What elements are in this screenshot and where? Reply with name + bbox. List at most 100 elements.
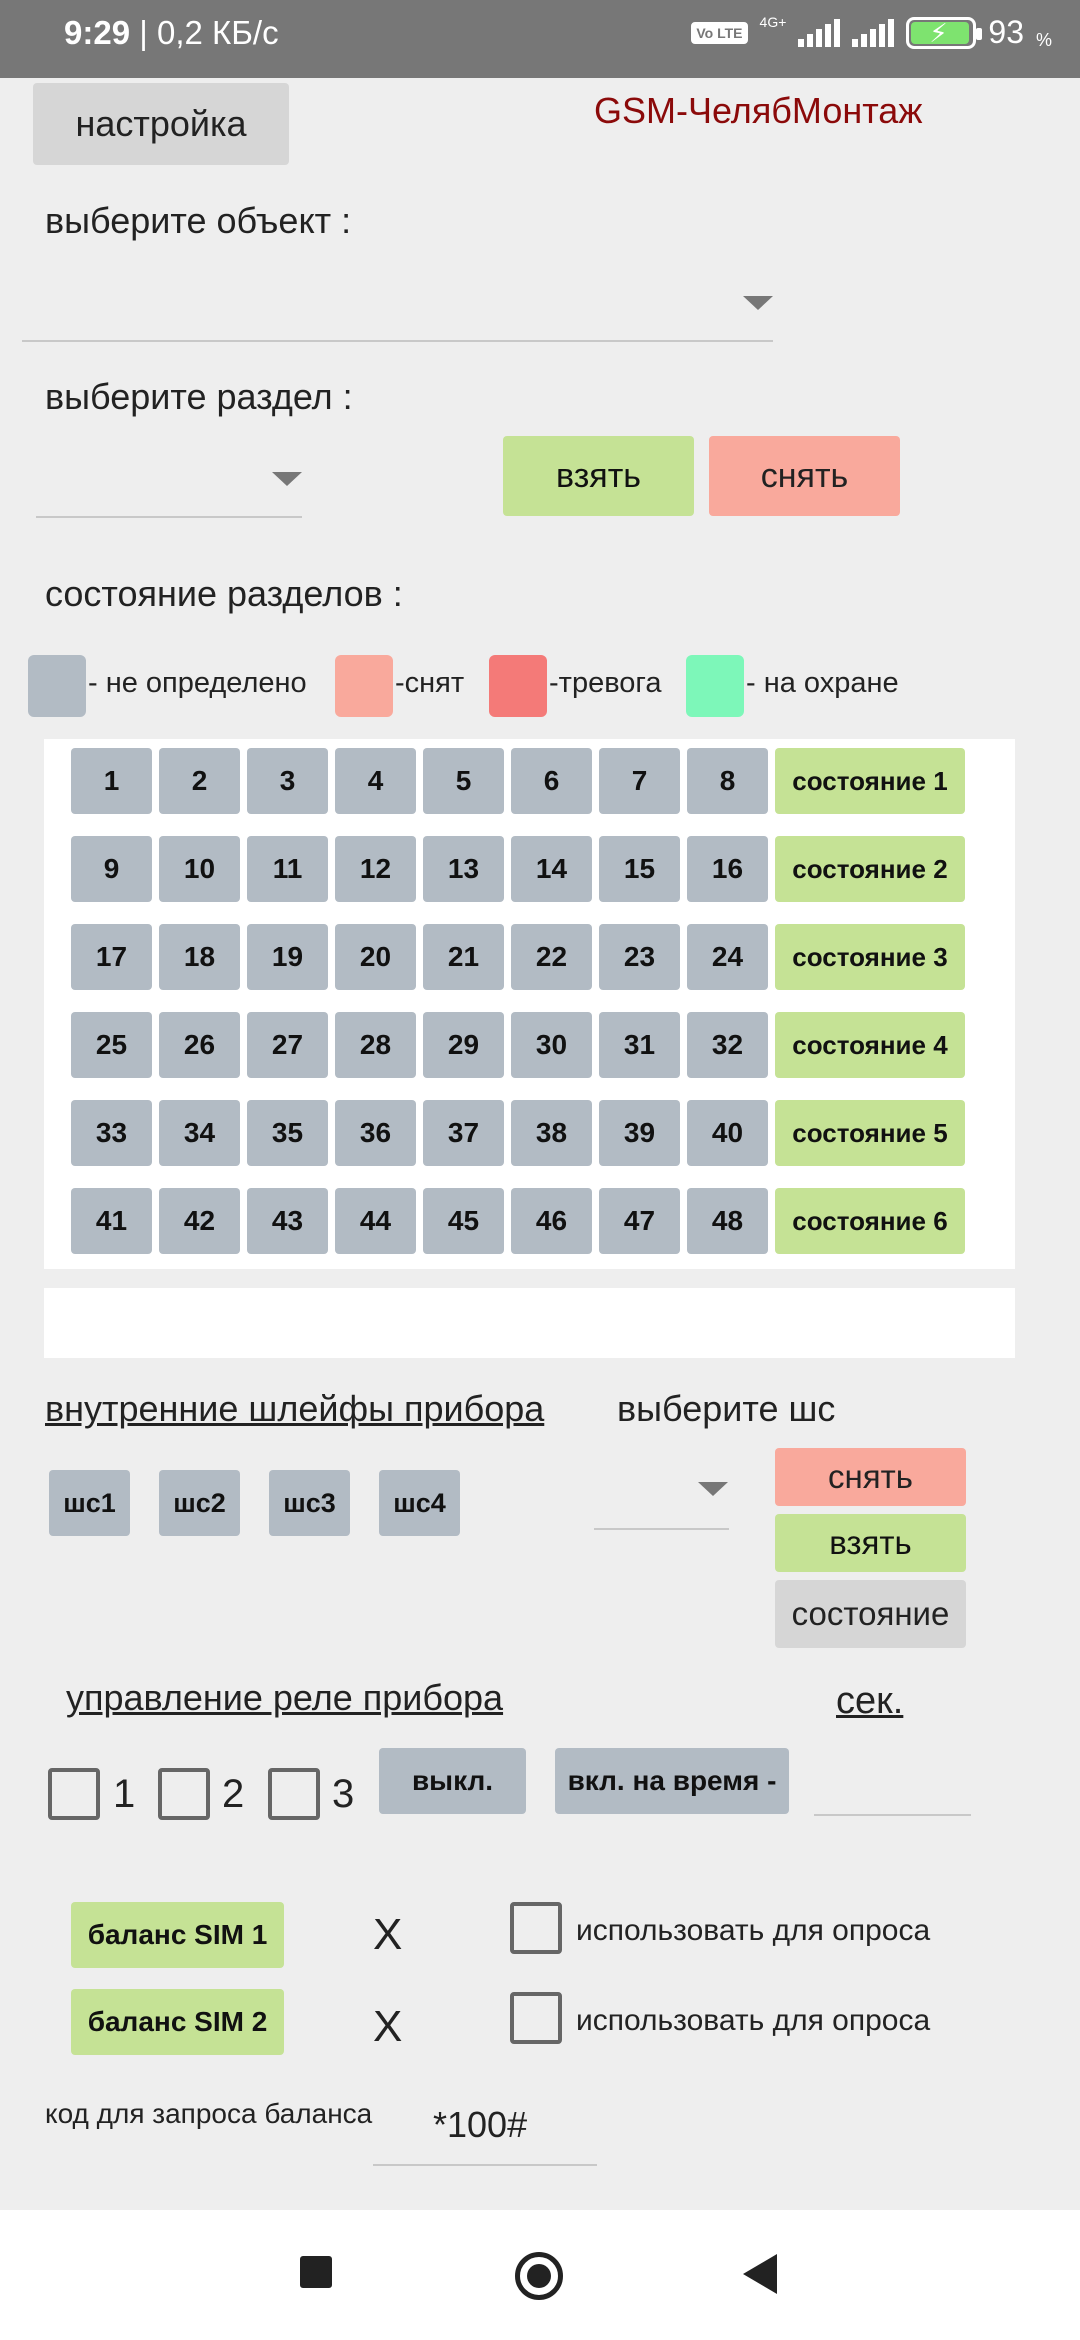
loop-1-button[interactable]: шс1 [49, 1470, 130, 1536]
section-select[interactable] [36, 450, 302, 518]
loop-select[interactable] [594, 1460, 729, 1530]
section-cell[interactable]: 5 [423, 748, 504, 814]
settings-button[interactable]: настройка [33, 83, 289, 165]
section-cell[interactable]: 19 [247, 924, 328, 990]
legend-alarm: -тревога [549, 667, 662, 699]
section-cell[interactable]: 32 [687, 1012, 768, 1078]
arm-section-button[interactable]: взять [503, 436, 694, 516]
section-cell[interactable]: 16 [687, 836, 768, 902]
section-cell[interactable]: 27 [247, 1012, 328, 1078]
relay-3-checkbox[interactable] [268, 1768, 320, 1820]
loops-select-label: выберите шс [617, 1388, 836, 1429]
balance-sim1-button[interactable]: баланс SIM 1 [71, 1902, 284, 1968]
section-cell[interactable]: 9 [71, 836, 152, 902]
sim2-poll-checkbox[interactable] [510, 1992, 562, 2044]
section-cell[interactable]: 24 [687, 924, 768, 990]
object-select[interactable] [22, 270, 773, 342]
section-cell[interactable]: 21 [423, 924, 504, 990]
disarm-loop-button[interactable]: снять [775, 1448, 966, 1506]
section-cell[interactable]: 15 [599, 836, 680, 902]
state-button-4[interactable]: состояние 4 [775, 1012, 965, 1078]
legend-armed: - на охране [746, 667, 899, 699]
section-cell[interactable]: 44 [335, 1188, 416, 1254]
section-cell[interactable]: 33 [71, 1100, 152, 1166]
section-cell[interactable]: 30 [511, 1012, 592, 1078]
section-cell[interactable]: 18 [159, 924, 240, 990]
disarm-section-button[interactable]: снять [709, 436, 900, 516]
section-cell[interactable]: 22 [511, 924, 592, 990]
battery-unit: % [1035, 30, 1052, 50]
back-icon[interactable] [743, 2254, 777, 2294]
relay-on-timed-button[interactable]: вкл. на время - [555, 1748, 789, 1814]
state-button-3[interactable]: состояние 3 [775, 924, 965, 990]
section-cell[interactable]: 10 [159, 836, 240, 902]
section-cell[interactable]: 35 [247, 1100, 328, 1166]
relay-off-button[interactable]: выкл. [379, 1748, 526, 1814]
object-label: выберите объект : [45, 200, 352, 241]
legend-swatch-armed [686, 655, 744, 717]
section-cell[interactable]: 17 [71, 924, 152, 990]
section-cell[interactable]: 25 [71, 1012, 152, 1078]
section-cell[interactable]: 28 [335, 1012, 416, 1078]
state-button-1[interactable]: состояние 1 [775, 748, 965, 814]
status-icons: Vo LTE 4G+ ⚡ 93 % [691, 14, 1052, 51]
clock: 9:29 [64, 14, 131, 51]
navigation-bar [0, 2210, 1080, 2340]
loops-title[interactable]: внутренние шлейфы прибора [45, 1388, 544, 1430]
loop-status-button[interactable]: состояние [775, 1580, 966, 1648]
relay-seconds-input[interactable] [814, 1750, 971, 1816]
section-cell[interactable]: 3 [247, 748, 328, 814]
section-cell[interactable]: 8 [687, 748, 768, 814]
state-button-2[interactable]: состояние 2 [775, 836, 965, 902]
section-cell[interactable]: 36 [335, 1100, 416, 1166]
balance-code-input[interactable]: *100# [373, 2098, 597, 2166]
section-cell[interactable]: 40 [687, 1100, 768, 1166]
signal-icon [798, 18, 841, 47]
section-cell[interactable]: 45 [423, 1188, 504, 1254]
section-cell[interactable]: 38 [511, 1100, 592, 1166]
section-cell[interactable]: 14 [511, 836, 592, 902]
relay-2-checkbox[interactable] [158, 1768, 210, 1820]
sim2-balance-value: X [373, 2002, 403, 2051]
recents-icon[interactable] [300, 2256, 332, 2288]
section-cell[interactable]: 20 [335, 924, 416, 990]
relay-1-checkbox[interactable] [48, 1768, 100, 1820]
section-cell[interactable]: 31 [599, 1012, 680, 1078]
arm-loop-button[interactable]: взять [775, 1514, 966, 1572]
section-cell[interactable]: 7 [599, 748, 680, 814]
signal-icon-2 [852, 18, 895, 47]
section-cell[interactable]: 1 [71, 748, 152, 814]
loop-2-button[interactable]: шс2 [159, 1470, 240, 1536]
section-cell[interactable]: 37 [423, 1100, 504, 1166]
home-icon[interactable] [515, 2252, 563, 2300]
section-cell[interactable]: 42 [159, 1188, 240, 1254]
section-cell[interactable]: 43 [247, 1188, 328, 1254]
section-cell[interactable]: 4 [335, 748, 416, 814]
sim1-poll-label: использовать для опроса [576, 1914, 931, 1947]
loop-4-button[interactable]: шс4 [379, 1470, 460, 1536]
section-cell[interactable]: 34 [159, 1100, 240, 1166]
sim2-poll-label: использовать для опроса [576, 2004, 931, 2037]
section-cell[interactable]: 26 [159, 1012, 240, 1078]
section-cell[interactable]: 39 [599, 1100, 680, 1166]
section-cell[interactable]: 48 [687, 1188, 768, 1254]
section-cell[interactable]: 41 [71, 1188, 152, 1254]
legend-swatch-alarm [489, 655, 547, 717]
loop-3-button[interactable]: шс3 [269, 1470, 350, 1536]
section-cell[interactable]: 2 [159, 748, 240, 814]
state-button-6[interactable]: состояние 6 [775, 1188, 965, 1254]
section-cell[interactable]: 6 [511, 748, 592, 814]
state-button-5[interactable]: состояние 5 [775, 1100, 965, 1166]
section-cell[interactable]: 13 [423, 836, 504, 902]
network-speed: | 0,2 КБ/с [139, 14, 279, 51]
balance-sim2-button[interactable]: баланс SIM 2 [71, 1989, 284, 2055]
section-cell[interactable]: 46 [511, 1188, 592, 1254]
sim1-poll-checkbox[interactable] [510, 1902, 562, 1954]
section-cell[interactable]: 47 [599, 1188, 680, 1254]
section-cell[interactable]: 12 [335, 836, 416, 902]
battery-icon: ⚡ [906, 16, 983, 49]
section-cell[interactable]: 23 [599, 924, 680, 990]
section-cell[interactable]: 29 [423, 1012, 504, 1078]
relay-title[interactable]: управление реле прибора [66, 1677, 503, 1719]
section-cell[interactable]: 11 [247, 836, 328, 902]
